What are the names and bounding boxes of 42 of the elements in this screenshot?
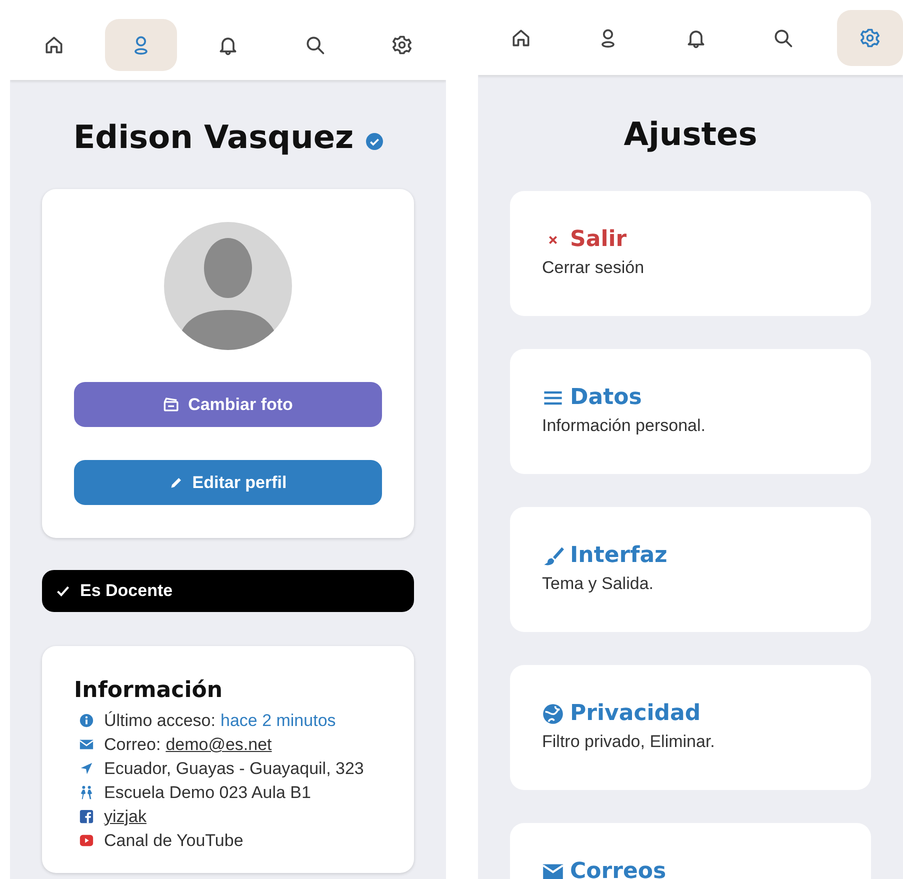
envelope-icon [79, 737, 94, 752]
card-subtitle: Tema y Salida. [542, 574, 654, 594]
location-arrow-icon [79, 761, 94, 776]
play-icon [79, 833, 94, 848]
settings-icon [859, 26, 881, 48]
card-title: Datos [570, 385, 642, 410]
profile-name: Edison Vasquez [73, 118, 354, 156]
settings-icon [391, 34, 413, 56]
settings-card[interactable]: Salir Cerrar sesión [510, 191, 871, 316]
settings-card[interactable]: Privacidad Filtro privado, Eliminar. [510, 665, 871, 790]
card-subtitle: Filtro privado, Eliminar. [542, 732, 716, 752]
info-icon [79, 713, 94, 728]
settings-title: Ajustes [624, 115, 758, 153]
info-link[interactable]: hace 2 minutos [220, 709, 336, 733]
info-text: Último acceso: [104, 710, 216, 732]
info-text: Ecuador, Guayas - Guayaquil, 323 [104, 758, 364, 780]
card-title: Salir [570, 227, 627, 252]
info-heading: Información [74, 678, 224, 703]
home-icon [43, 34, 65, 56]
card-subtitle: Información personal. [542, 416, 706, 436]
nav-tab[interactable] [837, 10, 903, 66]
card-title: Privacidad [570, 701, 701, 726]
info-link[interactable]: demo@es.net [166, 733, 272, 757]
facebook-icon [79, 809, 94, 824]
card-subtitle: Cerrar sesión [542, 258, 646, 278]
people-icon [79, 785, 94, 800]
badge-label: Es Docente [80, 581, 173, 601]
settings-card[interactable]: Interfaz Tema y Salida. [510, 507, 871, 632]
settings-card[interactable]: Correos [510, 823, 871, 879]
photo-icon [163, 396, 180, 413]
info-text: Correo: [104, 734, 161, 756]
info-text: Canal de YouTube [104, 830, 244, 852]
card-title: Interfaz [570, 543, 668, 568]
search-icon [304, 34, 326, 56]
change-photo-button[interactable]: Cambiar foto [74, 382, 382, 427]
edit-profile-button[interactable]: Editar perfil [74, 460, 382, 505]
info-text: Escuela Demo 023 Aula B1 [104, 782, 311, 804]
globe-icon [542, 702, 564, 724]
settings-card[interactable]: Datos Información personal. [510, 349, 871, 474]
info-link[interactable]: yizjak [104, 805, 147, 829]
brush-icon [542, 544, 564, 566]
card-title: Correos [570, 859, 666, 879]
